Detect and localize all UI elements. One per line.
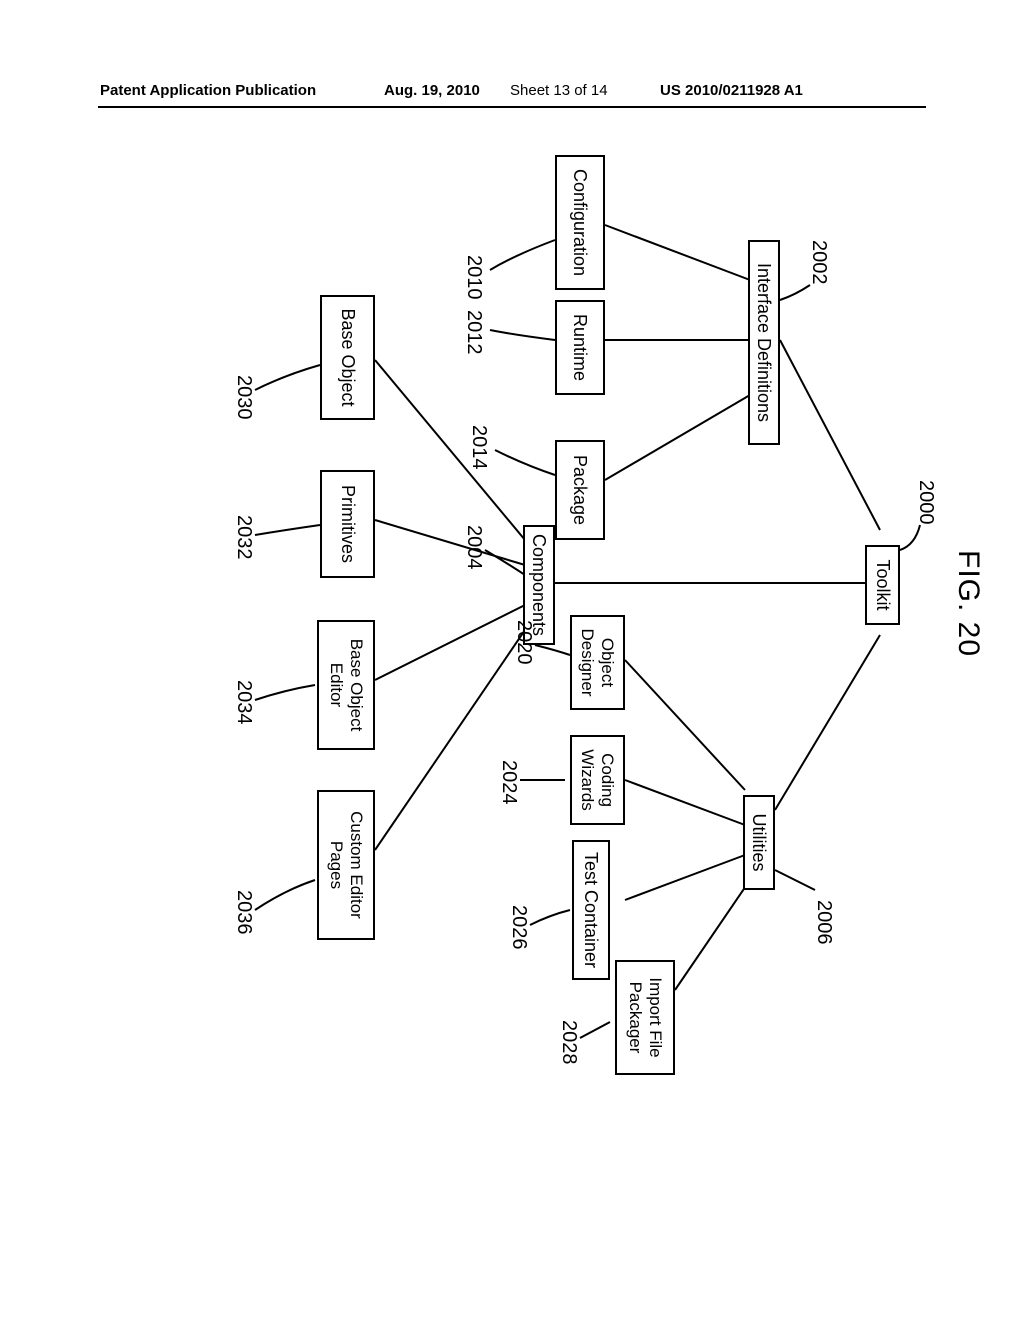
node-toolkit: Toolkit — [865, 545, 900, 625]
node-interface-definitions: Interface Definitions — [748, 240, 780, 445]
page: Patent Application Publication Aug. 19, … — [0, 0, 1024, 1320]
ref-2028: 2028 — [557, 1020, 580, 1065]
node-custom-editor-pages: Custom EditorPages — [317, 790, 375, 940]
ref-2036: 2036 — [232, 890, 255, 935]
ref-2020: 2020 — [512, 620, 535, 665]
header-pubno: US 2010/0211928 A1 — [660, 82, 803, 99]
ref-2010: 2010 — [462, 255, 485, 300]
node-test-container: Test Container — [572, 840, 610, 980]
node-base-object: Base Object — [320, 295, 375, 420]
ref-2030: 2030 — [232, 375, 255, 420]
ref-2014: 2014 — [467, 425, 490, 470]
node-primitives: Primitives — [320, 470, 375, 578]
node-utilities: Utilities — [743, 795, 775, 890]
node-configuration: Configuration — [555, 155, 605, 290]
node-coding-wizards: CodingWizards — [570, 735, 625, 825]
ref-2012: 2012 — [462, 310, 485, 355]
node-runtime: Runtime — [555, 300, 605, 395]
diagram: FIG. 20 Toolkit Interface Definitions Ut… — [85, 170, 955, 1040]
ref-2032: 2032 — [232, 515, 255, 560]
figure-title: FIG. 20 — [951, 550, 985, 657]
node-object-designer: ObjectDesigner — [570, 615, 625, 710]
ref-2034: 2034 — [232, 680, 255, 725]
header-sheet: Sheet 13 of 14 — [510, 82, 608, 99]
ref-2004: 2004 — [462, 525, 485, 570]
header-rule — [98, 106, 926, 108]
node-import-file-packager: Import FilePackager — [615, 960, 675, 1075]
ref-2006: 2006 — [812, 900, 835, 945]
ref-2002: 2002 — [807, 240, 830, 285]
ref-2024: 2024 — [497, 760, 520, 805]
ref-2026: 2026 — [507, 905, 530, 950]
ref-2000: 2000 — [914, 480, 937, 525]
node-base-object-editor: Base ObjectEditor — [317, 620, 375, 750]
header-left: Patent Application Publication — [100, 82, 316, 99]
header-date: Aug. 19, 2010 — [384, 82, 480, 99]
node-package: Package — [555, 440, 605, 540]
